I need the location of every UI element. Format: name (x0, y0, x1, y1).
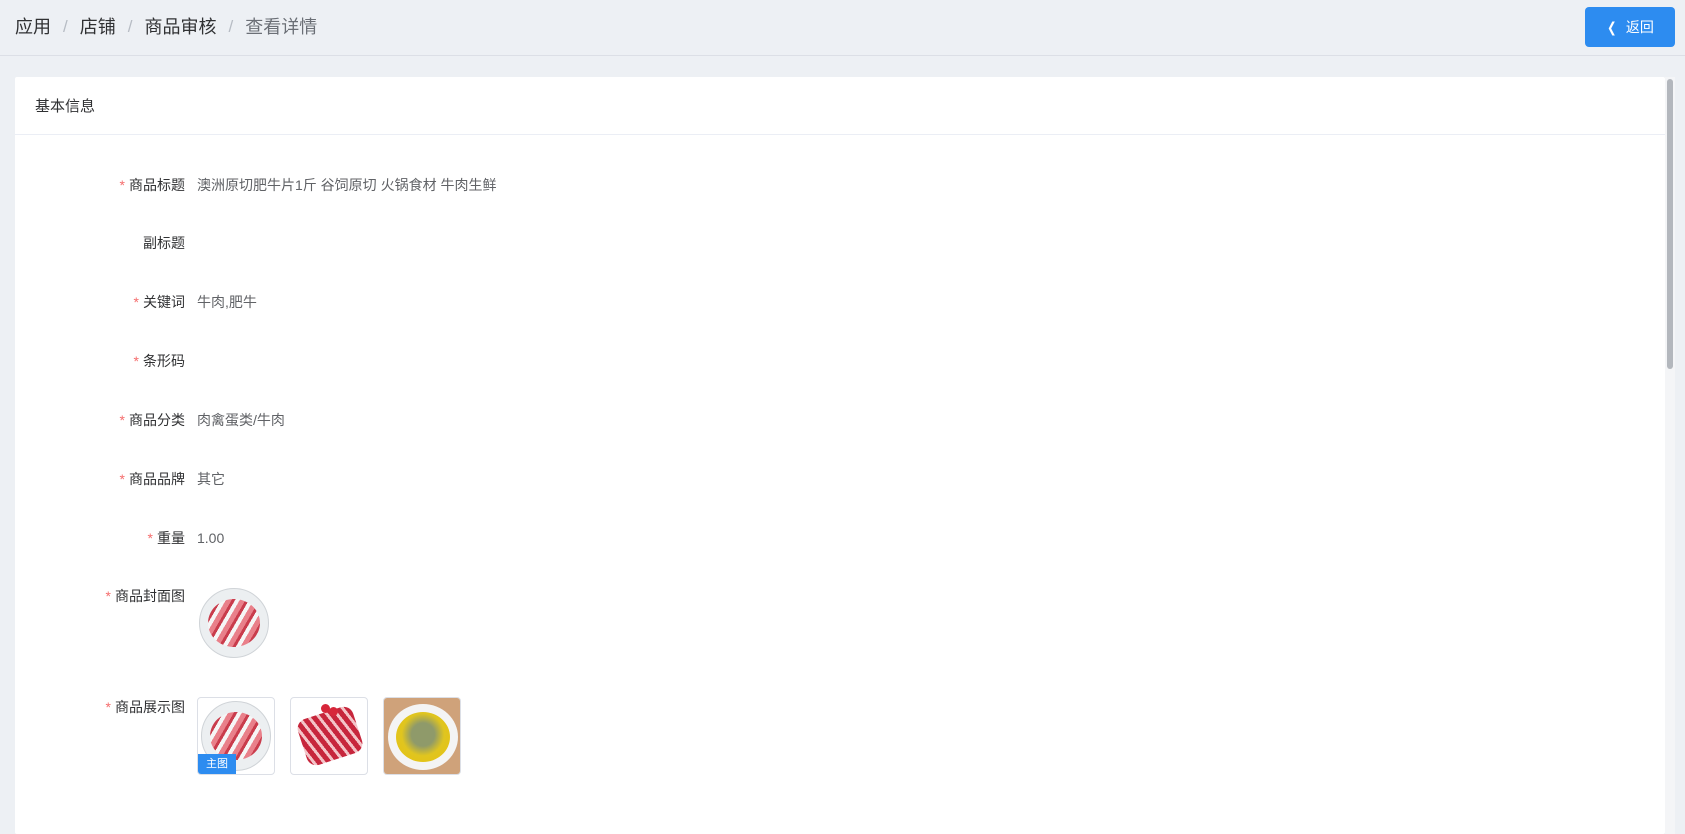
field-value: 牛肉,肥牛 (197, 294, 257, 310)
field-value: 澳洲原切肥牛片1斤 谷饲原切 火锅食材 牛肉生鲜 (197, 177, 497, 193)
field-keywords: * 关键词 牛肉,肥牛 (15, 292, 1015, 312)
cover-image[interactable] (197, 586, 271, 660)
field-value: 肉禽蛋类/牛肉 (197, 412, 285, 428)
breadcrumb-item-store[interactable]: 店铺 (80, 14, 116, 40)
gallery-thumbnails: 主图 (197, 697, 476, 775)
breadcrumb: 应用 / 店铺 / 商品审核 / 查看详情 (15, 14, 317, 40)
field-label: 商品封面图 (115, 588, 185, 604)
required-mark: * (147, 530, 153, 546)
breadcrumb-item-current: 查看详情 (245, 17, 318, 37)
chevron-left-icon: ❮ (1607, 18, 1617, 35)
gallery-image-main[interactable]: 主图 (197, 697, 275, 775)
field-label: 商品展示图 (115, 699, 185, 715)
field-gallery-images: * 商品展示图 主图 (15, 697, 1015, 775)
field-label: 商品分类 (129, 412, 185, 428)
main-image-badge: 主图 (198, 754, 236, 774)
scrollbar-thumb[interactable] (1667, 79, 1673, 369)
field-label: 副标题 (143, 235, 185, 251)
required-mark: * (119, 471, 125, 487)
gallery-image[interactable] (383, 697, 461, 775)
field-category: * 商品分类 肉禽蛋类/牛肉 (15, 410, 1015, 430)
top-bar: 应用 / 店铺 / 商品审核 / 查看详情 ❮ 返回 (0, 0, 1685, 56)
breadcrumb-item-apps[interactable]: 应用 (15, 14, 51, 40)
field-label: 商品标题 (129, 177, 185, 193)
breadcrumb-separator: / (63, 17, 68, 36)
required-mark: * (105, 588, 111, 604)
back-button-label: 返回 (1625, 19, 1654, 35)
required-mark: * (105, 699, 111, 715)
field-label: 重量 (157, 530, 185, 546)
field-cover-image: * 商品封面图 (15, 586, 1015, 660)
basic-info-card: 基本信息 * 商品标题 澳洲原切肥牛片1斤 谷饲原切 火锅食材 牛肉生鲜 副标题 … (15, 77, 1665, 834)
gallery-image[interactable] (290, 697, 368, 775)
back-button[interactable]: ❮ 返回 (1585, 7, 1675, 47)
field-value: 1.00 (197, 530, 225, 546)
required-mark: * (133, 353, 139, 369)
card-title: 基本信息 (15, 77, 1665, 135)
field-product-title: * 商品标题 澳洲原切肥牛片1斤 谷饲原切 火锅食材 牛肉生鲜 (15, 175, 1015, 195)
field-barcode: * 条形码 (15, 351, 1015, 371)
required-mark: * (133, 294, 139, 310)
field-value: 其它 (197, 471, 225, 487)
breadcrumb-separator: / (228, 17, 234, 36)
field-label: 关键词 (143, 294, 185, 310)
breadcrumb-item-product-review[interactable]: 商品审核 (144, 14, 216, 40)
field-weight: * 重量 1.00 (15, 528, 1015, 548)
field-brand: * 商品品牌 其它 (15, 469, 1015, 489)
field-label: 条形码 (143, 353, 185, 369)
required-mark: * (119, 412, 125, 428)
field-label: 商品品牌 (129, 471, 185, 487)
required-mark: * (119, 177, 125, 193)
field-subtitle: 副标题 (15, 233, 1015, 253)
breadcrumb-separator: / (127, 17, 133, 36)
